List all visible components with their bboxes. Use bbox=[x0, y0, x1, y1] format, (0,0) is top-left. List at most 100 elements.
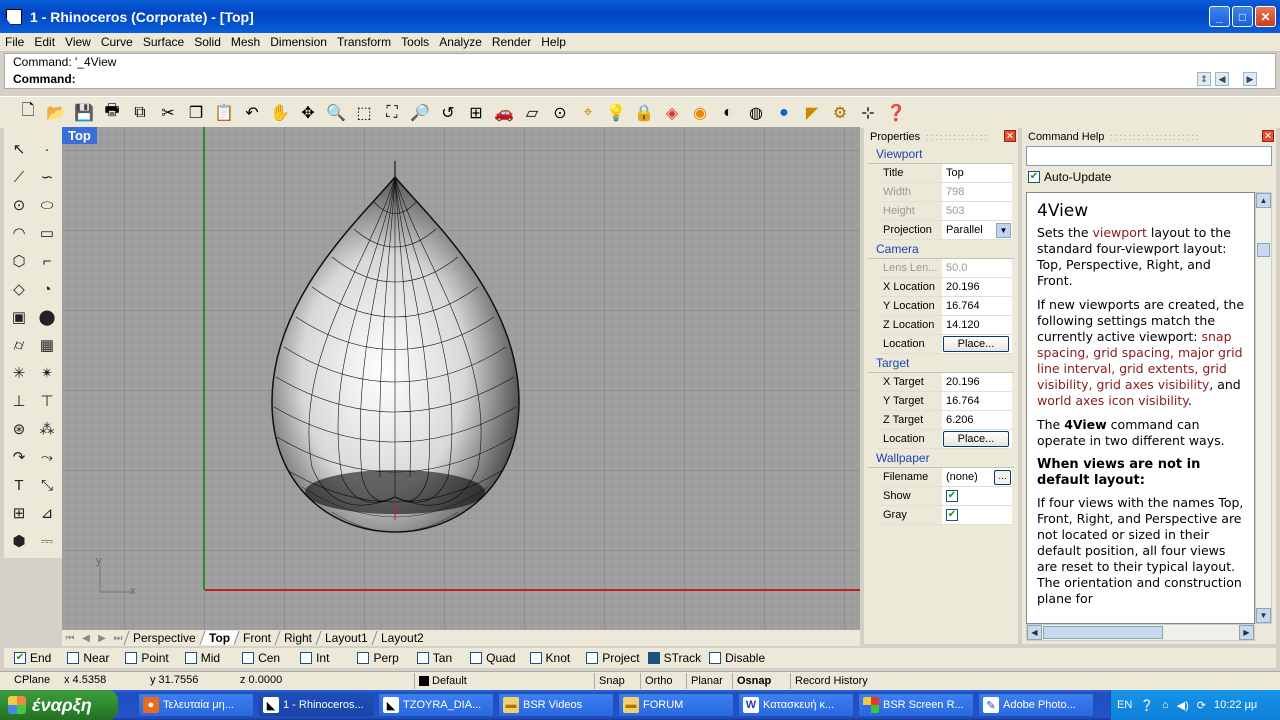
section-target[interactable]: Target bbox=[868, 354, 1014, 373]
task-bsr-screen-recorder[interactable]: BSR Screen R... bbox=[858, 693, 974, 717]
projection-select[interactable]: Parallel ▼ bbox=[942, 221, 1012, 239]
chevron-down-icon[interactable]: ▼ bbox=[996, 223, 1011, 238]
viewport-title[interactable]: Top bbox=[62, 127, 97, 144]
circle-icon[interactable]: ⊙ bbox=[6, 192, 32, 218]
osnap-strack[interactable]: STrack bbox=[647, 651, 701, 665]
osnap-checkbox[interactable] bbox=[647, 652, 660, 664]
section-camera[interactable]: Camera bbox=[868, 240, 1014, 259]
prop-projection-row[interactable]: Projection Parallel ▼ bbox=[878, 221, 1012, 240]
tab-first-icon[interactable]: ⏮ bbox=[62, 633, 78, 644]
scroll-thumb[interactable] bbox=[1257, 243, 1270, 257]
ellipse-icon[interactable]: ⬭ bbox=[34, 192, 60, 218]
polygon-icon[interactable]: ⬡ bbox=[6, 248, 32, 274]
array-icon[interactable]: ⁂ bbox=[34, 416, 60, 442]
menu-tools[interactable]: Tools bbox=[396, 35, 434, 49]
prop-show-row[interactable]: Show ✔ bbox=[878, 487, 1012, 506]
auto-update-toggle[interactable]: ✔ Auto-Update bbox=[1028, 170, 1111, 184]
gray-checkbox[interactable]: ✔ bbox=[946, 509, 958, 522]
osnap-end[interactable]: ✔ End bbox=[14, 651, 51, 665]
command-prompt[interactable]: Command: bbox=[13, 72, 76, 86]
align-icon[interactable]: ⊿ bbox=[34, 500, 60, 526]
show-checkbox[interactable]: ✔ bbox=[946, 490, 958, 503]
tab-layout1[interactable]: Layout1 bbox=[315, 631, 377, 645]
task-bsr-videos[interactable]: ▬ BSR Videos bbox=[498, 693, 614, 717]
render-icon[interactable]: ● bbox=[770, 99, 798, 127]
prop-yloc-row[interactable]: Y Location 16.764 bbox=[878, 297, 1012, 316]
osnap-icon[interactable]: ⌖ bbox=[574, 99, 602, 127]
shade-icon[interactable]: ◐ bbox=[714, 99, 742, 127]
camera-y-field[interactable]: 16.764 bbox=[942, 297, 1012, 315]
four-view-icon[interactable]: ⊞ bbox=[462, 99, 490, 127]
named-view-icon[interactable]: 🚗 bbox=[490, 99, 518, 127]
camera-x-field[interactable]: 20.196 bbox=[942, 278, 1012, 296]
save-icon[interactable]: 💾 bbox=[70, 99, 98, 127]
title-bar[interactable]: 1 - Rhinoceros (Corporate) - [Top] _ □ ✕ bbox=[0, 0, 1280, 33]
undo-view-icon[interactable]: ↺ bbox=[434, 99, 462, 127]
properties-header[interactable]: Properties :::::::::::::: ✕ bbox=[864, 128, 1018, 145]
transform-icon[interactable]: ✳ bbox=[6, 360, 32, 386]
copy-icon[interactable]: ❐ bbox=[182, 99, 210, 127]
zoom-dynamic-icon[interactable]: 🔍 bbox=[322, 99, 350, 127]
box-icon[interactable]: ▣ bbox=[6, 304, 32, 330]
osnap-point[interactable]: Point bbox=[125, 651, 169, 665]
task-firefox[interactable]: ● Τελευταία μη... bbox=[138, 693, 254, 717]
arc-icon[interactable]: ◠ bbox=[6, 220, 32, 246]
layer-pane[interactable]: Default bbox=[414, 673, 594, 689]
menu-surface[interactable]: Surface bbox=[138, 35, 189, 49]
prop-title-row[interactable]: Title Top bbox=[878, 164, 1012, 183]
zoom-window-icon[interactable]: ⬚ bbox=[350, 99, 378, 127]
task-forum[interactable]: ▬ FORUM bbox=[618, 693, 734, 717]
prop-filename-row[interactable]: Filename (none)... bbox=[878, 468, 1012, 487]
osnap-checkbox[interactable] bbox=[300, 652, 313, 664]
light-bulb-icon[interactable]: 💡 bbox=[602, 99, 630, 127]
command-scroll-right[interactable]: ▶ bbox=[1243, 72, 1257, 86]
osnap-project[interactable]: Project bbox=[586, 651, 640, 665]
tab-right[interactable]: Right bbox=[274, 631, 321, 645]
camera-place-button[interactable]: Place... bbox=[943, 336, 1009, 352]
help-search-input[interactable] bbox=[1026, 146, 1272, 166]
tab-top[interactable]: Top bbox=[199, 631, 239, 645]
osnap-near[interactable]: Near bbox=[67, 651, 109, 665]
rhino-app-icon[interactable] bbox=[6, 8, 22, 25]
menu-curve[interactable]: Curve bbox=[96, 35, 138, 49]
auto-update-checkbox[interactable]: ✔ bbox=[1028, 171, 1040, 183]
copy-to-clipboard-icon[interactable]: ⧉ bbox=[126, 99, 154, 127]
record-history-toggle[interactable]: Record History bbox=[790, 673, 900, 689]
help-icon[interactable]: ❓ bbox=[882, 99, 910, 127]
lock-icon[interactable]: 🔒 bbox=[630, 99, 658, 127]
target-place-button[interactable]: Place... bbox=[943, 431, 1009, 447]
osnap-toggle[interactable]: Osnap bbox=[732, 673, 778, 689]
osnap-checkbox[interactable] bbox=[709, 652, 722, 664]
solid-tools-icon[interactable]: ⬢ bbox=[6, 528, 32, 554]
language-indicator[interactable]: EN bbox=[1117, 699, 1132, 711]
color-wheel-icon[interactable]: ◉ bbox=[686, 99, 714, 127]
undo-icon[interactable]: ↶ bbox=[238, 99, 266, 127]
select-icon[interactable]: ⊙ bbox=[546, 99, 574, 127]
task-photoshop[interactable]: ✎ Adobe Photo... bbox=[978, 693, 1094, 717]
world-axes-link[interactable]: world axes icon visibility bbox=[1037, 393, 1188, 408]
tab-layout2[interactable]: Layout2 bbox=[370, 631, 432, 645]
osnap-checkbox[interactable] bbox=[184, 652, 197, 664]
planar-toggle[interactable]: Planar bbox=[686, 673, 730, 689]
teardrop-surface-model[interactable] bbox=[262, 157, 532, 537]
command-help-header[interactable]: Command Help :::::::::::::::::::: ✕ bbox=[1022, 128, 1276, 145]
prop-gray-row[interactable]: Gray ✔ bbox=[878, 506, 1012, 525]
osnap-knot[interactable]: Knot bbox=[529, 651, 570, 665]
text-icon[interactable]: T bbox=[6, 472, 32, 498]
rotate-icon[interactable]: ↷ bbox=[6, 444, 32, 470]
surface-edit-icon[interactable]: ◔ bbox=[34, 276, 60, 302]
paste-icon[interactable]: 📋 bbox=[210, 99, 238, 127]
osnap-disable[interactable]: Disable bbox=[709, 651, 765, 665]
scroll-up-icon[interactable]: ▲ bbox=[1256, 193, 1271, 208]
prop-tlocation-row[interactable]: Location Place... bbox=[878, 430, 1012, 449]
help-horizontal-scrollbar[interactable]: ◀ ▶ bbox=[1026, 624, 1255, 641]
scroll-left-icon[interactable]: ◀ bbox=[1027, 625, 1042, 640]
close-button[interactable]: ✕ bbox=[1255, 6, 1276, 27]
prop-xloc-row[interactable]: X Location 20.196 bbox=[878, 278, 1012, 297]
panel-grip-icon[interactable]: :::::::::::::: bbox=[926, 132, 989, 142]
command-area[interactable]: Command: '_4View Command: ⇕ ◀ ▶ bbox=[4, 53, 1276, 89]
command-scroll-updown[interactable]: ⇕ bbox=[1197, 72, 1211, 86]
osnap-checkbox[interactable] bbox=[416, 652, 429, 664]
menu-edit[interactable]: Edit bbox=[29, 35, 60, 49]
minimize-button[interactable]: _ bbox=[1209, 6, 1230, 27]
